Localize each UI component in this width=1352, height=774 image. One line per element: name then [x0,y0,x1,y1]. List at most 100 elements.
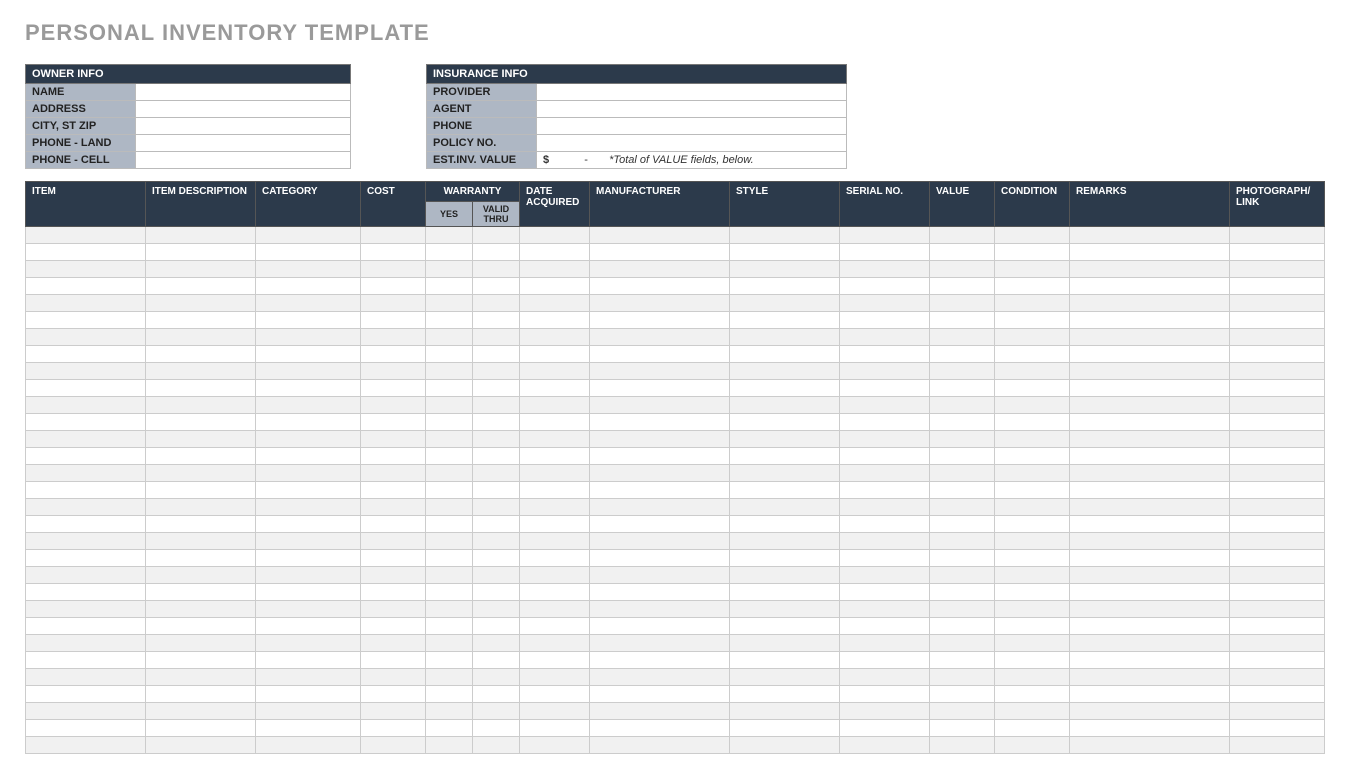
table-cell[interactable] [1070,431,1230,448]
table-cell[interactable] [146,516,256,533]
table-cell[interactable] [520,227,590,244]
table-cell[interactable] [1070,601,1230,618]
table-cell[interactable] [995,703,1070,720]
table-cell[interactable] [1230,601,1325,618]
table-cell[interactable] [730,533,840,550]
table-cell[interactable] [520,703,590,720]
table-cell[interactable] [1070,278,1230,295]
table-cell[interactable] [426,244,473,261]
table-cell[interactable] [930,295,995,312]
table-cell[interactable] [146,397,256,414]
owner-citystzip-value[interactable] [136,118,351,135]
table-cell[interactable] [930,652,995,669]
table-cell[interactable] [995,601,1070,618]
table-cell[interactable] [1070,703,1230,720]
table-cell[interactable] [590,584,730,601]
table-cell[interactable] [1070,414,1230,431]
table-cell[interactable] [730,278,840,295]
table-cell[interactable] [730,618,840,635]
table-cell[interactable] [520,431,590,448]
table-cell[interactable] [930,482,995,499]
table-cell[interactable] [590,550,730,567]
table-cell[interactable] [930,550,995,567]
table-cell[interactable] [426,720,473,737]
table-cell[interactable] [256,669,361,686]
table-cell[interactable] [840,652,930,669]
table-cell[interactable] [840,431,930,448]
table-cell[interactable] [1230,261,1325,278]
table-cell[interactable] [26,363,146,380]
table-cell[interactable] [146,652,256,669]
table-cell[interactable] [473,482,520,499]
table-cell[interactable] [146,295,256,312]
table-cell[interactable] [473,244,520,261]
table-cell[interactable] [361,703,426,720]
table-cell[interactable] [1230,499,1325,516]
table-cell[interactable] [840,669,930,686]
table-cell[interactable] [146,601,256,618]
table-cell[interactable] [473,737,520,754]
table-cell[interactable] [840,482,930,499]
table-cell[interactable] [473,584,520,601]
table-cell[interactable] [930,465,995,482]
table-cell[interactable] [256,652,361,669]
table-cell[interactable] [1230,295,1325,312]
table-cell[interactable] [730,516,840,533]
table-cell[interactable] [26,703,146,720]
table-cell[interactable] [995,482,1070,499]
table-cell[interactable] [930,448,995,465]
table-cell[interactable] [840,329,930,346]
table-cell[interactable] [361,482,426,499]
table-cell[interactable] [520,635,590,652]
table-cell[interactable] [590,669,730,686]
table-cell[interactable] [426,516,473,533]
table-cell[interactable] [146,618,256,635]
table-cell[interactable] [1070,295,1230,312]
table-cell[interactable] [26,499,146,516]
table-cell[interactable] [426,482,473,499]
table-cell[interactable] [473,261,520,278]
table-cell[interactable] [730,720,840,737]
table-cell[interactable] [1230,397,1325,414]
table-cell[interactable] [146,363,256,380]
table-cell[interactable] [473,669,520,686]
table-cell[interactable] [520,533,590,550]
table-cell[interactable] [426,261,473,278]
table-cell[interactable] [473,703,520,720]
table-cell[interactable] [730,567,840,584]
table-cell[interactable] [520,448,590,465]
table-cell[interactable] [930,431,995,448]
table-cell[interactable] [995,261,1070,278]
table-cell[interactable] [1070,533,1230,550]
table-cell[interactable] [426,363,473,380]
table-cell[interactable] [1230,652,1325,669]
table-cell[interactable] [1070,482,1230,499]
table-cell[interactable] [361,227,426,244]
table-cell[interactable] [473,363,520,380]
table-cell[interactable] [361,584,426,601]
table-cell[interactable] [840,278,930,295]
table-cell[interactable] [26,244,146,261]
table-cell[interactable] [256,329,361,346]
table-cell[interactable] [1230,737,1325,754]
table-cell[interactable] [473,312,520,329]
table-cell[interactable] [520,499,590,516]
table-cell[interactable] [361,533,426,550]
table-cell[interactable] [473,686,520,703]
table-cell[interactable] [426,686,473,703]
table-cell[interactable] [995,737,1070,754]
table-cell[interactable] [930,380,995,397]
table-cell[interactable] [26,533,146,550]
table-cell[interactable] [930,499,995,516]
table-cell[interactable] [426,737,473,754]
table-cell[interactable] [840,737,930,754]
table-cell[interactable] [840,618,930,635]
table-cell[interactable] [1070,397,1230,414]
table-cell[interactable] [146,465,256,482]
table-cell[interactable] [426,465,473,482]
table-cell[interactable] [1070,652,1230,669]
table-cell[interactable] [361,346,426,363]
table-cell[interactable] [473,499,520,516]
table-cell[interactable] [520,567,590,584]
table-cell[interactable] [256,584,361,601]
